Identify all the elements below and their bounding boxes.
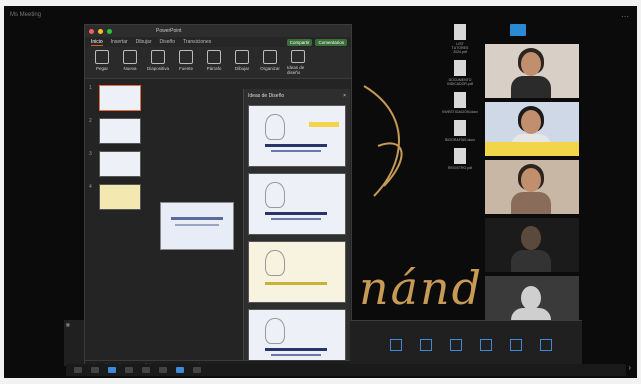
- slide-thumb-3[interactable]: 3: [89, 151, 141, 177]
- slide-button[interactable]: Diapositiva: [147, 50, 169, 75]
- document-icon: [454, 92, 466, 108]
- slide-icon: [151, 50, 165, 64]
- taskbar-app-icon[interactable]: [91, 367, 99, 373]
- design-panel-title: Ideas de Diseño: [248, 93, 285, 99]
- paste-icon: [95, 50, 109, 64]
- chevron-right-icon[interactable]: ›: [628, 363, 631, 372]
- participant-face: [521, 226, 541, 250]
- taskbar-app-icon[interactable]: [74, 367, 82, 373]
- tab-insertar[interactable]: Insertar: [111, 39, 128, 45]
- ribbon-toolbar: Pegar Nueva Diapositiva Fuente Párrafo D…: [85, 47, 351, 79]
- background-window-left: ▦: [64, 320, 84, 366]
- tab-transiciones[interactable]: Transiciones: [183, 39, 211, 45]
- participant-face: [521, 168, 541, 192]
- slide-thumb-4[interactable]: 4: [89, 184, 141, 210]
- taskbar-app-icon[interactable]: [142, 367, 150, 373]
- design-idea-1[interactable]: [248, 105, 346, 167]
- more-options-icon[interactable]: ⋯: [621, 12, 629, 21]
- design-idea-3[interactable]: [248, 241, 346, 303]
- close-window-button[interactable]: [89, 28, 94, 34]
- document-icon: [454, 148, 466, 164]
- participant-video-4[interactable]: [485, 218, 579, 272]
- arrange-icon: [263, 50, 277, 64]
- window-title: PowerPoint: [156, 28, 182, 34]
- slide-thumbnails: 1 2 3 4: [89, 85, 141, 217]
- paragraph-button[interactable]: Párrafo: [203, 50, 225, 75]
- new-slide-icon: [123, 50, 137, 64]
- slide-thumb-1[interactable]: 1: [89, 85, 141, 111]
- font-button[interactable]: Fuente: [175, 50, 197, 75]
- close-panel-icon[interactable]: ×: [343, 93, 346, 99]
- paste-button[interactable]: Pegar: [91, 50, 113, 75]
- desktop-file[interactable]: DOCUMENTO INDICADOR.pdf: [447, 60, 473, 86]
- design-ideas-panel: Ideas de Diseño ×: [243, 89, 350, 374]
- slide-thumb-2[interactable]: 2: [89, 118, 141, 144]
- desktop-file[interactable]: LIST TUTORES 2024.pdf: [448, 24, 472, 54]
- taskbar-app-icon[interactable]: [193, 367, 201, 373]
- window-titlebar: PowerPoint: [85, 25, 351, 37]
- taskbar-app-icon[interactable]: [108, 367, 116, 373]
- paragraph-icon: [207, 50, 221, 64]
- meeting-title: Ms Meeting: [10, 12, 42, 18]
- desktop-file[interactable]: BIOGRAFÍAS.docx: [445, 120, 475, 142]
- design-idea-2[interactable]: [248, 173, 346, 235]
- current-slide-canvas[interactable]: [160, 202, 234, 250]
- participant-video-1[interactable]: [485, 44, 579, 98]
- design-ideas-icon: [291, 50, 305, 63]
- participant-face: [521, 110, 541, 134]
- document-icon: [454, 24, 466, 40]
- taskbar-app-icon[interactable]: [176, 367, 184, 373]
- document-icon: [454, 120, 466, 136]
- participant-video-3[interactable]: [485, 160, 579, 214]
- desktop-folder[interactable]: [506, 24, 530, 36]
- meeting-screen-share: Ms Meeting ⋯ nánde PowerPoint Inicio Ins…: [4, 6, 637, 378]
- desktop-file[interactable]: REGISTRO.pdf: [448, 148, 472, 170]
- participant-tiles: [485, 44, 581, 334]
- participant-face: [521, 52, 541, 76]
- share-button[interactable]: Compartir: [286, 38, 313, 46]
- draw-icon: [235, 50, 249, 64]
- design-ideas-button[interactable]: Ideas de diseño: [287, 50, 309, 75]
- folder-icon: [510, 24, 526, 36]
- maximize-window-button[interactable]: [107, 28, 112, 34]
- desktop-file[interactable]: INVESTIGACIÓN.docx: [442, 92, 478, 114]
- taskbar-app-icon[interactable]: [159, 367, 167, 373]
- minimize-window-button[interactable]: [98, 28, 103, 34]
- background-window-ribbon: [350, 320, 582, 367]
- participant-video-2[interactable]: [485, 102, 579, 156]
- arrange-button[interactable]: Organizar: [259, 50, 281, 75]
- ribbon-tabs: Inicio Insertar Dibujar Diseño Transicio…: [85, 37, 351, 47]
- document-icon: [454, 60, 466, 76]
- tab-inicio[interactable]: Inicio: [91, 39, 103, 46]
- default-avatar-icon: [521, 286, 541, 310]
- tab-diseno[interactable]: Diseño: [159, 39, 175, 45]
- comments-button[interactable]: Comentarios: [315, 38, 347, 46]
- tab-dibujar[interactable]: Dibujar: [136, 39, 152, 45]
- font-icon: [179, 50, 193, 64]
- wallpaper-curve: [363, 85, 403, 197]
- taskbar-app-icon[interactable]: [125, 367, 133, 373]
- powerpoint-window: PowerPoint Inicio Insertar Dibujar Diseñ…: [84, 24, 352, 374]
- desktop-files-column-1: LIST TUTORES 2024.pdf DOCUMENTO INDICADO…: [442, 24, 478, 170]
- new-slide-button[interactable]: Nueva: [119, 50, 141, 75]
- taskbar: [66, 364, 626, 376]
- draw-button[interactable]: Dibujar: [231, 50, 253, 75]
